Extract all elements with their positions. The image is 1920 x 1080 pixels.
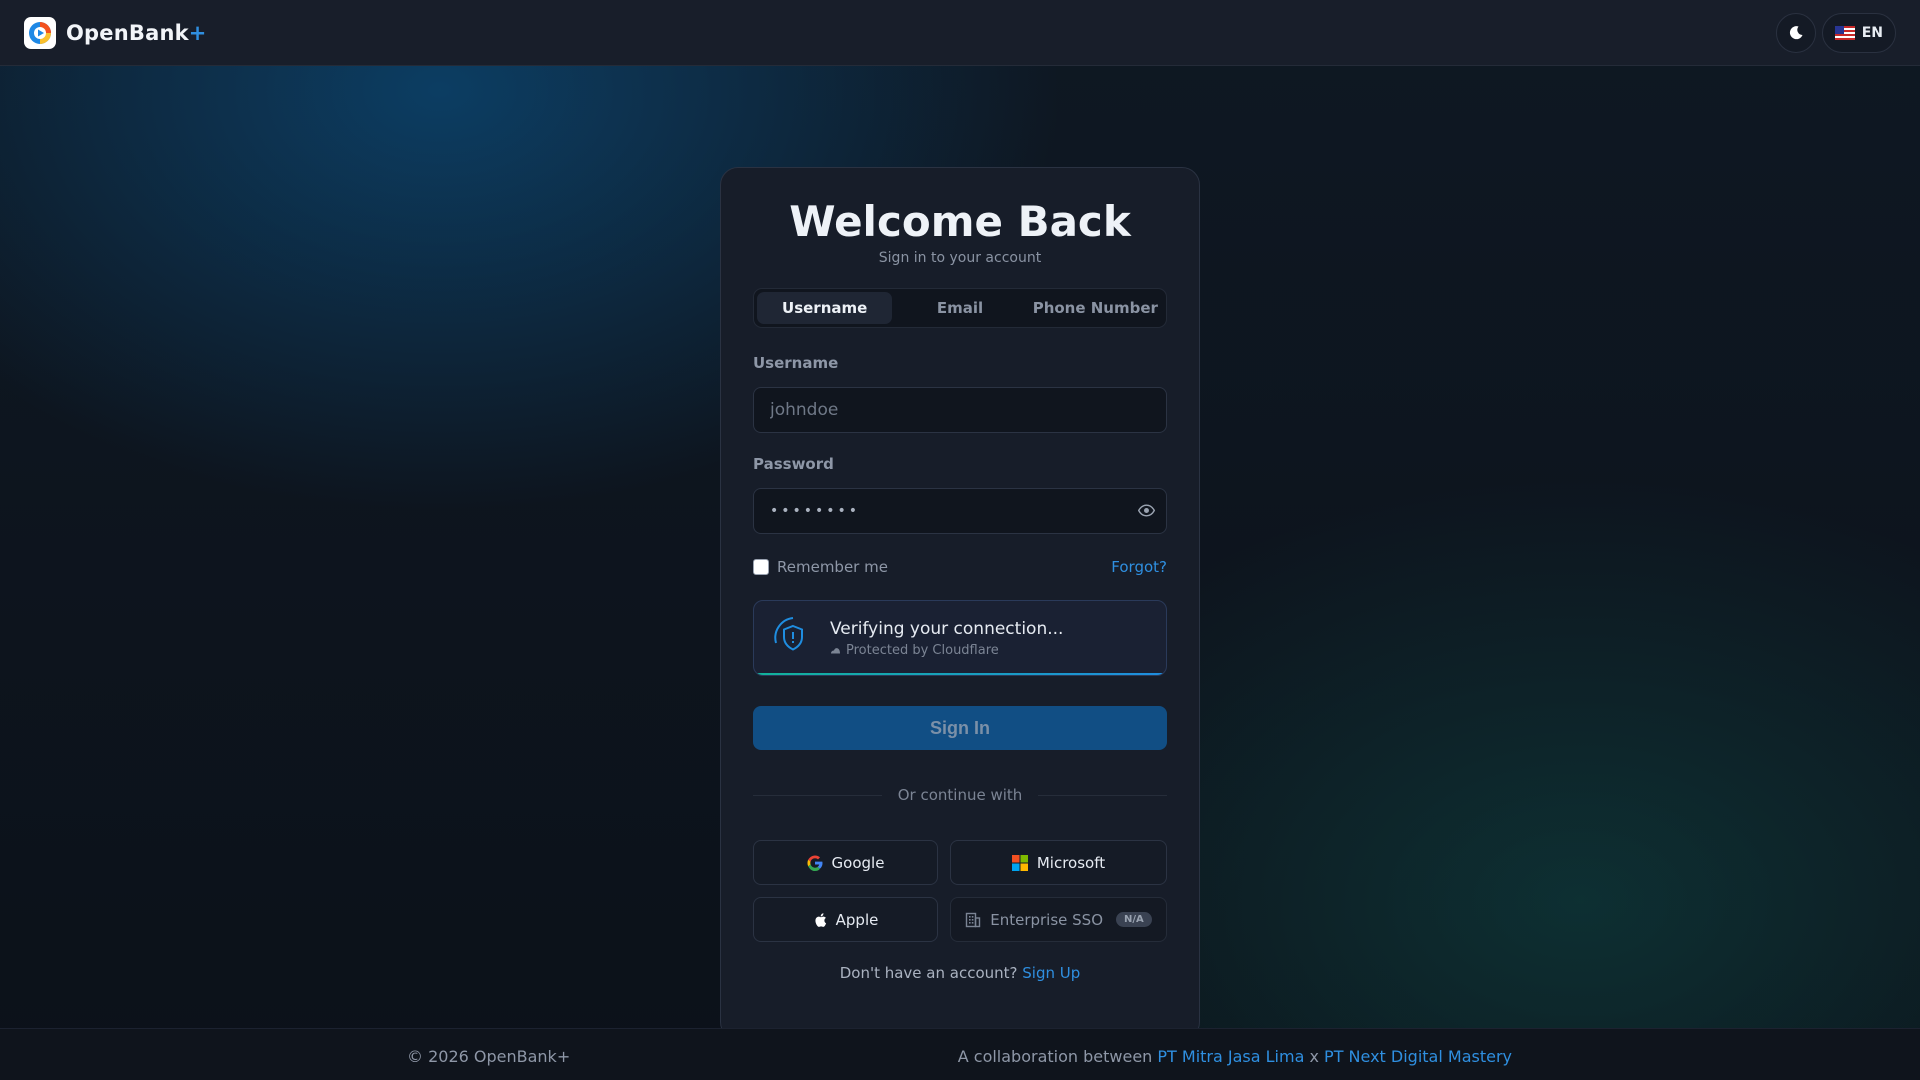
verification-title: Verifying your connection... [830, 618, 1064, 639]
theme-toggle-button[interactable] [1775, 12, 1816, 53]
google-login-label: Google [831, 853, 885, 872]
login-method-tabs: Username Email Phone Number [753, 288, 1167, 329]
status-badge: N/A [1116, 912, 1152, 928]
apple-login-button[interactable]: Apple [753, 897, 938, 943]
tab-phone-number[interactable]: Phone Number [1028, 292, 1163, 324]
eye-icon[interactable] [1137, 502, 1156, 523]
social-login-buttons: Google Microsoft Apple Enterprise SSO N/… [753, 840, 1167, 943]
page-title: Welcome Back [789, 197, 1131, 246]
sign-in-button[interactable]: Sign In [753, 706, 1167, 751]
shield-alert-icon [774, 617, 803, 651]
top-navbar: OpenBank+ EN [0, 0, 1920, 66]
sign-up-link[interactable]: Sign Up [1022, 964, 1080, 982]
signup-prompt-text: Don't have an account? [839, 964, 1018, 983]
username-input[interactable] [753, 387, 1167, 434]
brand-name: OpenBank+ [66, 21, 207, 45]
divider-text: Or continue with [897, 786, 1023, 805]
footer-collaboration: A collaboration between PT Mitra Jasa Li… [958, 1047, 1512, 1066]
apple-icon [815, 912, 826, 927]
enterprise-sso-button[interactable]: Enterprise SSO N/A [950, 897, 1167, 943]
company-b-link[interactable]: PT Next Digital Mastery [1324, 1047, 1512, 1066]
password-label: Password [753, 455, 834, 474]
building-icon [966, 912, 981, 927]
password-input[interactable] [753, 488, 1167, 535]
google-login-button[interactable]: Google [753, 840, 938, 886]
company-a-link[interactable]: PT Mitra Jasa Lima [1157, 1047, 1304, 1066]
login-card: Welcome Back Sign in to your account Use… [720, 167, 1200, 1040]
divider-line-right [1038, 794, 1167, 796]
top-actions: EN [1775, 12, 1896, 53]
remember-me-checkbox[interactable] [753, 559, 769, 576]
microsoft-login-label: Microsoft [1036, 853, 1106, 872]
language-selector-button[interactable]: EN [1821, 12, 1896, 53]
apple-login-label: Apple [835, 910, 879, 929]
openbank-logo-icon [24, 16, 56, 49]
verification-subtitle-text: Protected by Cloudflare [846, 642, 999, 658]
tab-username[interactable]: Username [757, 292, 893, 325]
login-options-row: Remember me Forgot? [753, 558, 1167, 576]
brand-name-text: OpenBank [66, 20, 189, 45]
cloudflare-verification-widget: Verifying your connection... Protected b… [753, 600, 1167, 677]
brand[interactable]: OpenBank+ [24, 16, 207, 49]
microsoft-login-button[interactable]: Microsoft [950, 840, 1167, 886]
remember-me-label: Remember me [777, 558, 888, 577]
google-icon [807, 855, 823, 871]
password-field-wrap [753, 488, 1167, 535]
remember-me[interactable]: Remember me [753, 558, 888, 576]
social-divider: Or continue with [753, 786, 1167, 804]
collab-prefix: A collaboration between [957, 1047, 1153, 1066]
cloudflare-icon [831, 647, 840, 654]
tab-email[interactable]: Email [892, 292, 1027, 324]
language-code: EN [1861, 24, 1883, 41]
divider-line-left [753, 794, 882, 796]
page-subtitle: Sign in to your account [878, 250, 1042, 267]
brand-plus: + [188, 20, 207, 45]
us-flag-icon [1834, 25, 1855, 40]
microsoft-icon [1011, 854, 1028, 871]
forgot-password-link[interactable]: Forgot? [1111, 558, 1167, 576]
collab-separator: x [1309, 1047, 1319, 1066]
enterprise-sso-label: Enterprise SSO [990, 910, 1103, 929]
verification-progress-bar [754, 673, 1166, 676]
verification-subtitle: Protected by Cloudflare [830, 643, 1063, 658]
signup-prompt: Don't have an account? Sign Up [753, 964, 1167, 982]
page-footer: © 2026 OpenBank+ A collaboration between… [0, 1028, 1920, 1080]
username-field-wrap [753, 387, 1167, 434]
footer-copyright: © 2026 OpenBank+ [407, 1047, 571, 1066]
moon-icon [1789, 25, 1803, 39]
username-label: Username [753, 354, 839, 373]
verification-text: Verifying your connection... Protected b… [830, 619, 1063, 658]
